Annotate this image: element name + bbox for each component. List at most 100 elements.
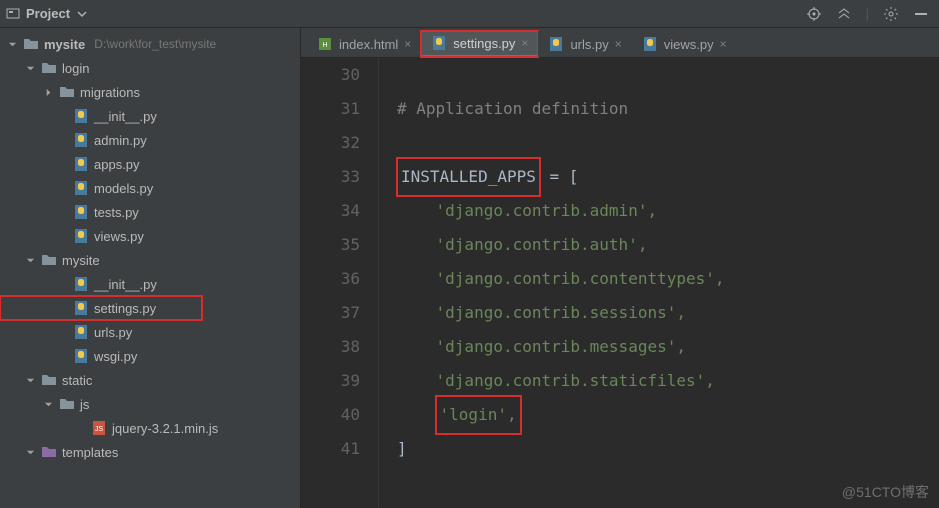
line-number: 30 (301, 58, 360, 92)
python-file-icon (73, 180, 89, 196)
line-number: 38 (301, 330, 360, 364)
collapse-icon[interactable] (836, 6, 852, 22)
tree-file[interactable]: views.py (0, 224, 300, 248)
close-icon[interactable]: × (615, 37, 622, 51)
code-string: 'django.contrib.contenttypes', (436, 262, 725, 296)
code-comment: # Application definition (397, 92, 628, 126)
tab-settings-py[interactable]: settings.py × (421, 31, 538, 57)
folder-icon (59, 84, 75, 100)
python-file-icon (548, 36, 564, 52)
tree-label: migrations (80, 85, 140, 100)
tree-label: jquery-3.2.1.min.js (112, 421, 218, 436)
panel-toolbar: Project | (0, 0, 939, 28)
tree-label: views.py (94, 229, 144, 244)
tree-file[interactable]: __init__.py (0, 272, 300, 296)
tree-file[interactable]: urls.py (0, 320, 300, 344)
gutter: 30 31 32 33 34 35 36 37 38 39 40 41 (301, 58, 379, 508)
tree-folder-static[interactable]: static (0, 368, 300, 392)
hide-icon[interactable] (913, 6, 929, 22)
chevron-down-icon[interactable] (26, 376, 36, 385)
python-file-icon (73, 348, 89, 364)
tree-file-jquery[interactable]: JS jquery-3.2.1.min.js (0, 416, 300, 440)
folder-icon (41, 444, 57, 460)
tab-label: index.html (339, 37, 398, 52)
code-var-installed-apps: INSTALLED_APPS (397, 158, 540, 196)
chevron-down-icon[interactable] (44, 400, 54, 409)
tree-label: admin.py (94, 133, 147, 148)
code-string: 'django.contrib.sessions', (436, 296, 686, 330)
tree-path: D:\work\for_test\mysite (94, 37, 216, 51)
chevron-down-icon[interactable] (26, 256, 36, 265)
svg-text:JS: JS (95, 426, 104, 433)
tree-label: __init__.py (94, 109, 157, 124)
editor-area[interactable]: 30 31 32 33 34 35 36 37 38 39 40 41 # Ap… (301, 58, 939, 508)
tree-label: js (80, 397, 89, 412)
python-file-icon (73, 300, 89, 316)
tree-root[interactable]: mysite D:\work\for_test\mysite (0, 32, 300, 56)
tree-label: __init__.py (94, 277, 157, 292)
folder-icon (41, 372, 57, 388)
tab-label: urls.py (570, 37, 608, 52)
tree-label: mysite (62, 253, 100, 268)
tree-folder-mysite[interactable]: mysite (0, 248, 300, 272)
line-number: 41 (301, 432, 360, 466)
python-file-icon (73, 276, 89, 292)
target-icon[interactable] (806, 6, 822, 22)
tree-file-settings[interactable]: settings.py (0, 296, 202, 320)
line-number: 40 (301, 398, 360, 432)
tree-file[interactable]: tests.py (0, 200, 300, 224)
python-file-icon (73, 324, 89, 340)
chevron-down-icon[interactable] (26, 448, 36, 457)
tab-urls-py[interactable]: urls.py × (538, 31, 631, 57)
folder-icon (59, 396, 75, 412)
python-file-icon (73, 132, 89, 148)
code-text: = [ (540, 160, 579, 194)
project-tw-icon (6, 6, 22, 22)
python-file-icon (431, 35, 447, 51)
folder-icon (23, 36, 39, 52)
tree-label: settings.py (94, 301, 156, 316)
tab-views-py[interactable]: views.py × (632, 31, 737, 57)
tab-label: views.py (664, 37, 714, 52)
line-number: 34 (301, 194, 360, 228)
chevron-down-icon[interactable] (26, 64, 36, 73)
tree-file[interactable]: admin.py (0, 128, 300, 152)
tree-folder-login[interactable]: login (0, 56, 300, 80)
python-file-icon (73, 156, 89, 172)
tree-folder-templates[interactable]: templates (0, 440, 300, 464)
close-icon[interactable]: × (720, 37, 727, 51)
tree-label: models.py (94, 181, 153, 196)
python-file-icon (73, 228, 89, 244)
project-tree[interactable]: mysite D:\work\for_test\mysite login mig… (0, 28, 301, 508)
js-file-icon: JS (91, 420, 107, 436)
line-number: 39 (301, 364, 360, 398)
tree-file[interactable]: models.py (0, 176, 300, 200)
line-number: 33 (301, 160, 360, 194)
code-text: ] (397, 432, 407, 466)
tree-folder-js[interactable]: js (0, 392, 300, 416)
tree-file[interactable]: apps.py (0, 152, 300, 176)
tree-folder-migrations[interactable]: migrations (0, 80, 300, 104)
line-number: 31 (301, 92, 360, 126)
tree-file[interactable]: wsgi.py (0, 344, 300, 368)
chevron-right-icon[interactable] (44, 88, 54, 97)
tab-index-html[interactable]: H index.html × (307, 31, 421, 57)
close-icon[interactable]: × (404, 37, 411, 51)
tree-label: urls.py (94, 325, 132, 340)
gear-icon[interactable] (883, 6, 899, 22)
watermark: @51CTO博客 (842, 482, 929, 502)
project-label[interactable]: Project (26, 6, 70, 21)
chevron-down-icon[interactable] (8, 40, 18, 49)
chevron-down-icon[interactable] (74, 6, 90, 22)
tree-label: wsgi.py (94, 349, 137, 364)
tree-label: templates (62, 445, 118, 460)
python-file-icon (73, 108, 89, 124)
python-file-icon (73, 204, 89, 220)
html-file-icon: H (317, 36, 333, 52)
tree-file[interactable]: __init__.py (0, 104, 300, 128)
line-number: 37 (301, 296, 360, 330)
code-string: 'django.contrib.staticfiles', (436, 364, 715, 398)
tree-label: apps.py (94, 157, 140, 172)
code-content[interactable]: # Application definition INSTALLED_APPS … (379, 58, 939, 508)
close-icon[interactable]: × (521, 36, 528, 50)
